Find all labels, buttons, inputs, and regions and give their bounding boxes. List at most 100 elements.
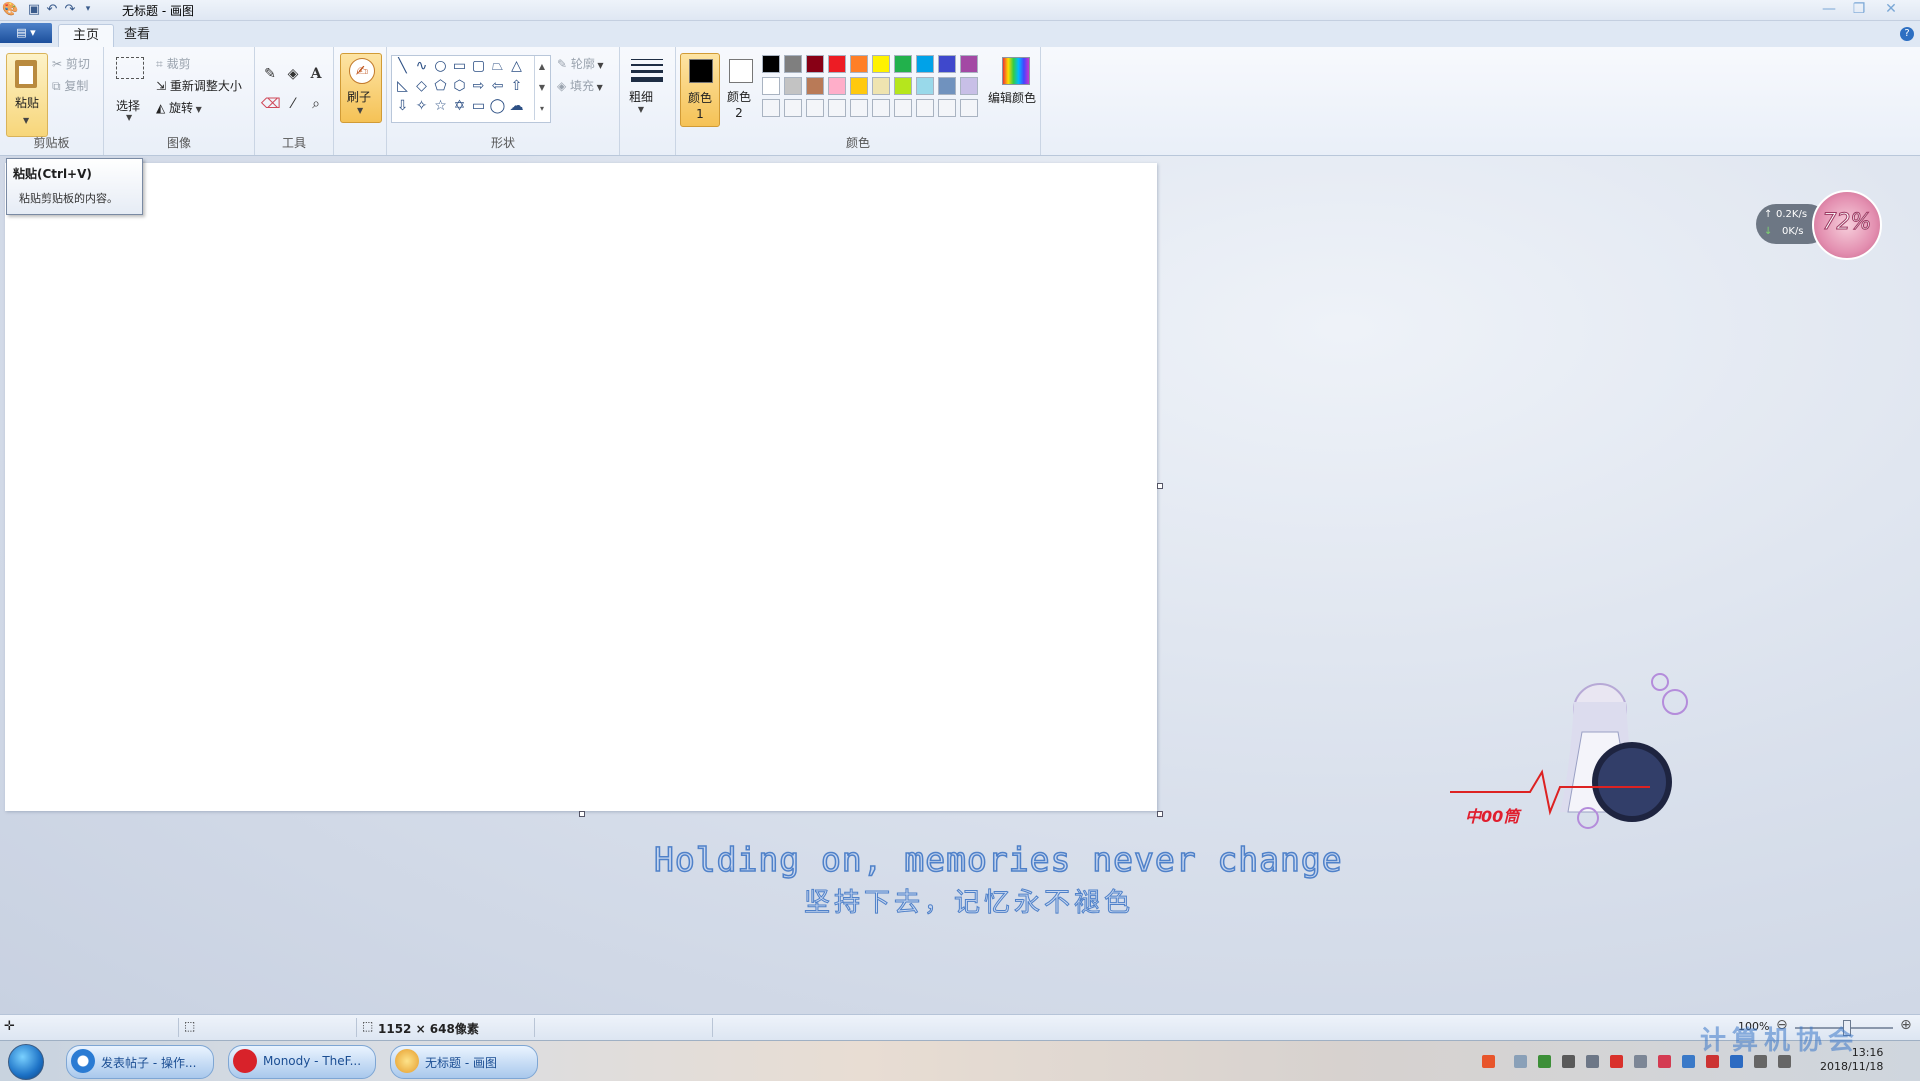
- resize-handle-right[interactable]: [1157, 483, 1163, 489]
- qq-icon[interactable]: [1658, 1055, 1671, 1068]
- magnifier-icon[interactable]: ⌕: [307, 95, 325, 113]
- rotate-button[interactable]: ◭ 旋转 ▼: [156, 99, 202, 116]
- taskbar-item-paint[interactable]: 无标题 - 画图: [390, 1045, 538, 1079]
- palette-swatch[interactable]: [828, 55, 846, 73]
- down-arrow-shape-icon[interactable]: ⇩: [394, 98, 411, 115]
- palette-swatch[interactable]: [850, 55, 868, 73]
- right-arrow-shape-icon[interactable]: ⇨: [470, 78, 487, 95]
- fill-bucket-icon[interactable]: ◈: [284, 65, 302, 83]
- curve-shape-icon[interactable]: ∿: [413, 58, 430, 75]
- start-button[interactable]: [8, 1044, 44, 1080]
- palette-swatch[interactable]: [960, 55, 978, 73]
- triangle-shape-icon[interactable]: △: [508, 58, 525, 75]
- drawing-canvas[interactable]: [5, 163, 1157, 811]
- tray-app-icon[interactable]: [1514, 1055, 1527, 1068]
- maximize-button[interactable]: ❐: [1848, 1, 1870, 17]
- polygon-shape-icon[interactable]: ⏢: [489, 58, 506, 75]
- size-button[interactable]: 粗细 ▼: [629, 55, 665, 114]
- edit-colors-button[interactable]: 编辑颜色: [988, 55, 1040, 115]
- input-method-icon[interactable]: [1482, 1055, 1495, 1068]
- resize-handle-bottom[interactable]: [579, 811, 585, 817]
- color-picker-icon[interactable]: ⁄: [284, 95, 302, 113]
- close-button[interactable]: ✕: [1880, 1, 1902, 17]
- palette-swatch[interactable]: [784, 77, 802, 95]
- taskbar-item-browser[interactable]: 发表帖子 - 操作...: [66, 1045, 214, 1079]
- select-button[interactable]: 选择 ▼: [112, 53, 146, 123]
- diamond-shape-icon[interactable]: ◇: [413, 78, 430, 95]
- pencil-icon[interactable]: ✎: [261, 65, 279, 83]
- fill-button[interactable]: ◈ 填充 ▼: [557, 77, 603, 94]
- oval-callout-shape-icon[interactable]: ◯: [489, 98, 506, 115]
- palette-swatch[interactable]: [850, 77, 868, 95]
- network-gauge[interactable]: 72%: [1812, 190, 1882, 260]
- four-point-star-shape-icon[interactable]: ✧: [413, 98, 430, 115]
- text-tool-icon[interactable]: A: [307, 65, 325, 83]
- palette-swatch[interactable]: [872, 55, 890, 73]
- palette-swatch[interactable]: [872, 77, 890, 95]
- color2-button[interactable]: 颜色 2: [720, 53, 760, 125]
- line-shape-icon[interactable]: ╲: [394, 58, 411, 75]
- palette-swatch[interactable]: [806, 55, 824, 73]
- palette-swatch[interactable]: [894, 77, 912, 95]
- tray-app-icon[interactable]: [1586, 1055, 1599, 1068]
- palette-swatch[interactable]: [894, 99, 912, 117]
- pentagon-shape-icon[interactable]: ⬠: [432, 78, 449, 95]
- tab-view[interactable]: 查看: [110, 24, 164, 47]
- five-point-star-shape-icon[interactable]: ☆: [432, 98, 449, 115]
- left-arrow-shape-icon[interactable]: ⇦: [489, 78, 506, 95]
- resize-handle-corner[interactable]: [1157, 811, 1163, 817]
- palette-swatch[interactable]: [872, 99, 890, 117]
- palette-swatch[interactable]: [784, 99, 802, 117]
- rounded-callout-shape-icon[interactable]: ▭: [470, 98, 487, 115]
- paint-app-icon[interactable]: 🎨: [2, 2, 18, 17]
- customize-quick-access-icon[interactable]: ▾: [80, 2, 96, 17]
- palette-swatch[interactable]: [762, 77, 780, 95]
- right-triangle-shape-icon[interactable]: ◺: [394, 78, 411, 95]
- palette-swatch[interactable]: [916, 55, 934, 73]
- palette-swatch[interactable]: [784, 55, 802, 73]
- tray-app-icon[interactable]: [1562, 1055, 1575, 1068]
- file-menu-button[interactable]: ▤ ▾: [0, 23, 52, 43]
- eraser-icon[interactable]: ⌫: [261, 95, 281, 113]
- rectangle-shape-icon[interactable]: ▭: [451, 58, 468, 75]
- palette-swatch[interactable]: [960, 77, 978, 95]
- oval-shape-icon[interactable]: ○: [432, 58, 449, 75]
- six-point-star-shape-icon[interactable]: ✡: [451, 98, 468, 115]
- nvidia-icon[interactable]: [1538, 1055, 1551, 1068]
- rounded-rectangle-shape-icon[interactable]: ▢: [470, 58, 487, 75]
- palette-swatch[interactable]: [938, 77, 956, 95]
- minimize-button[interactable]: —: [1818, 1, 1840, 17]
- brushes-button[interactable]: ✍ 刷子 ▼: [340, 53, 382, 123]
- color1-button[interactable]: 颜色 1: [680, 53, 720, 127]
- cloud-callout-shape-icon[interactable]: ☁: [508, 98, 525, 115]
- taskbar-item-music[interactable]: Monody - TheF...: [228, 1045, 376, 1079]
- undo-icon[interactable]: ↶: [44, 2, 60, 17]
- cut-button[interactable]: ✂ 剪切: [52, 55, 90, 72]
- palette-swatch[interactable]: [828, 99, 846, 117]
- outline-button[interactable]: ✎ 轮廓 ▼: [557, 55, 604, 72]
- palette-swatch[interactable]: [828, 77, 846, 95]
- palette-swatch[interactable]: [894, 55, 912, 73]
- tray-app-icon[interactable]: [1610, 1055, 1623, 1068]
- palette-swatch[interactable]: [762, 55, 780, 73]
- help-icon[interactable]: ?: [1900, 27, 1914, 41]
- palette-swatch[interactable]: [762, 99, 780, 117]
- palette-swatch[interactable]: [850, 99, 868, 117]
- palette-swatch[interactable]: [806, 77, 824, 95]
- save-icon[interactable]: ▣: [26, 2, 42, 17]
- palette-swatch[interactable]: [806, 99, 824, 117]
- zoom-in-icon[interactable]: ⊕: [1900, 1017, 1912, 1033]
- copy-button[interactable]: ⧉ 复制: [52, 77, 88, 94]
- palette-swatch[interactable]: [960, 99, 978, 117]
- palette-swatch[interactable]: [916, 77, 934, 95]
- palette-swatch[interactable]: [938, 99, 956, 117]
- palette-swatch[interactable]: [938, 55, 956, 73]
- security-shield-icon[interactable]: [1682, 1055, 1695, 1068]
- tab-home[interactable]: 主页: [58, 24, 115, 48]
- gallery-scroll[interactable]: ▲ ▼ ▾: [534, 56, 549, 120]
- resize-button[interactable]: ⇲ 重新调整大小: [156, 77, 242, 94]
- paste-button[interactable]: 粘贴 ▼: [6, 53, 48, 137]
- hexagon-shape-icon[interactable]: ⬡: [451, 78, 468, 95]
- crop-button[interactable]: ⌗ 裁剪: [156, 55, 191, 72]
- tray-app-icon[interactable]: [1634, 1055, 1647, 1068]
